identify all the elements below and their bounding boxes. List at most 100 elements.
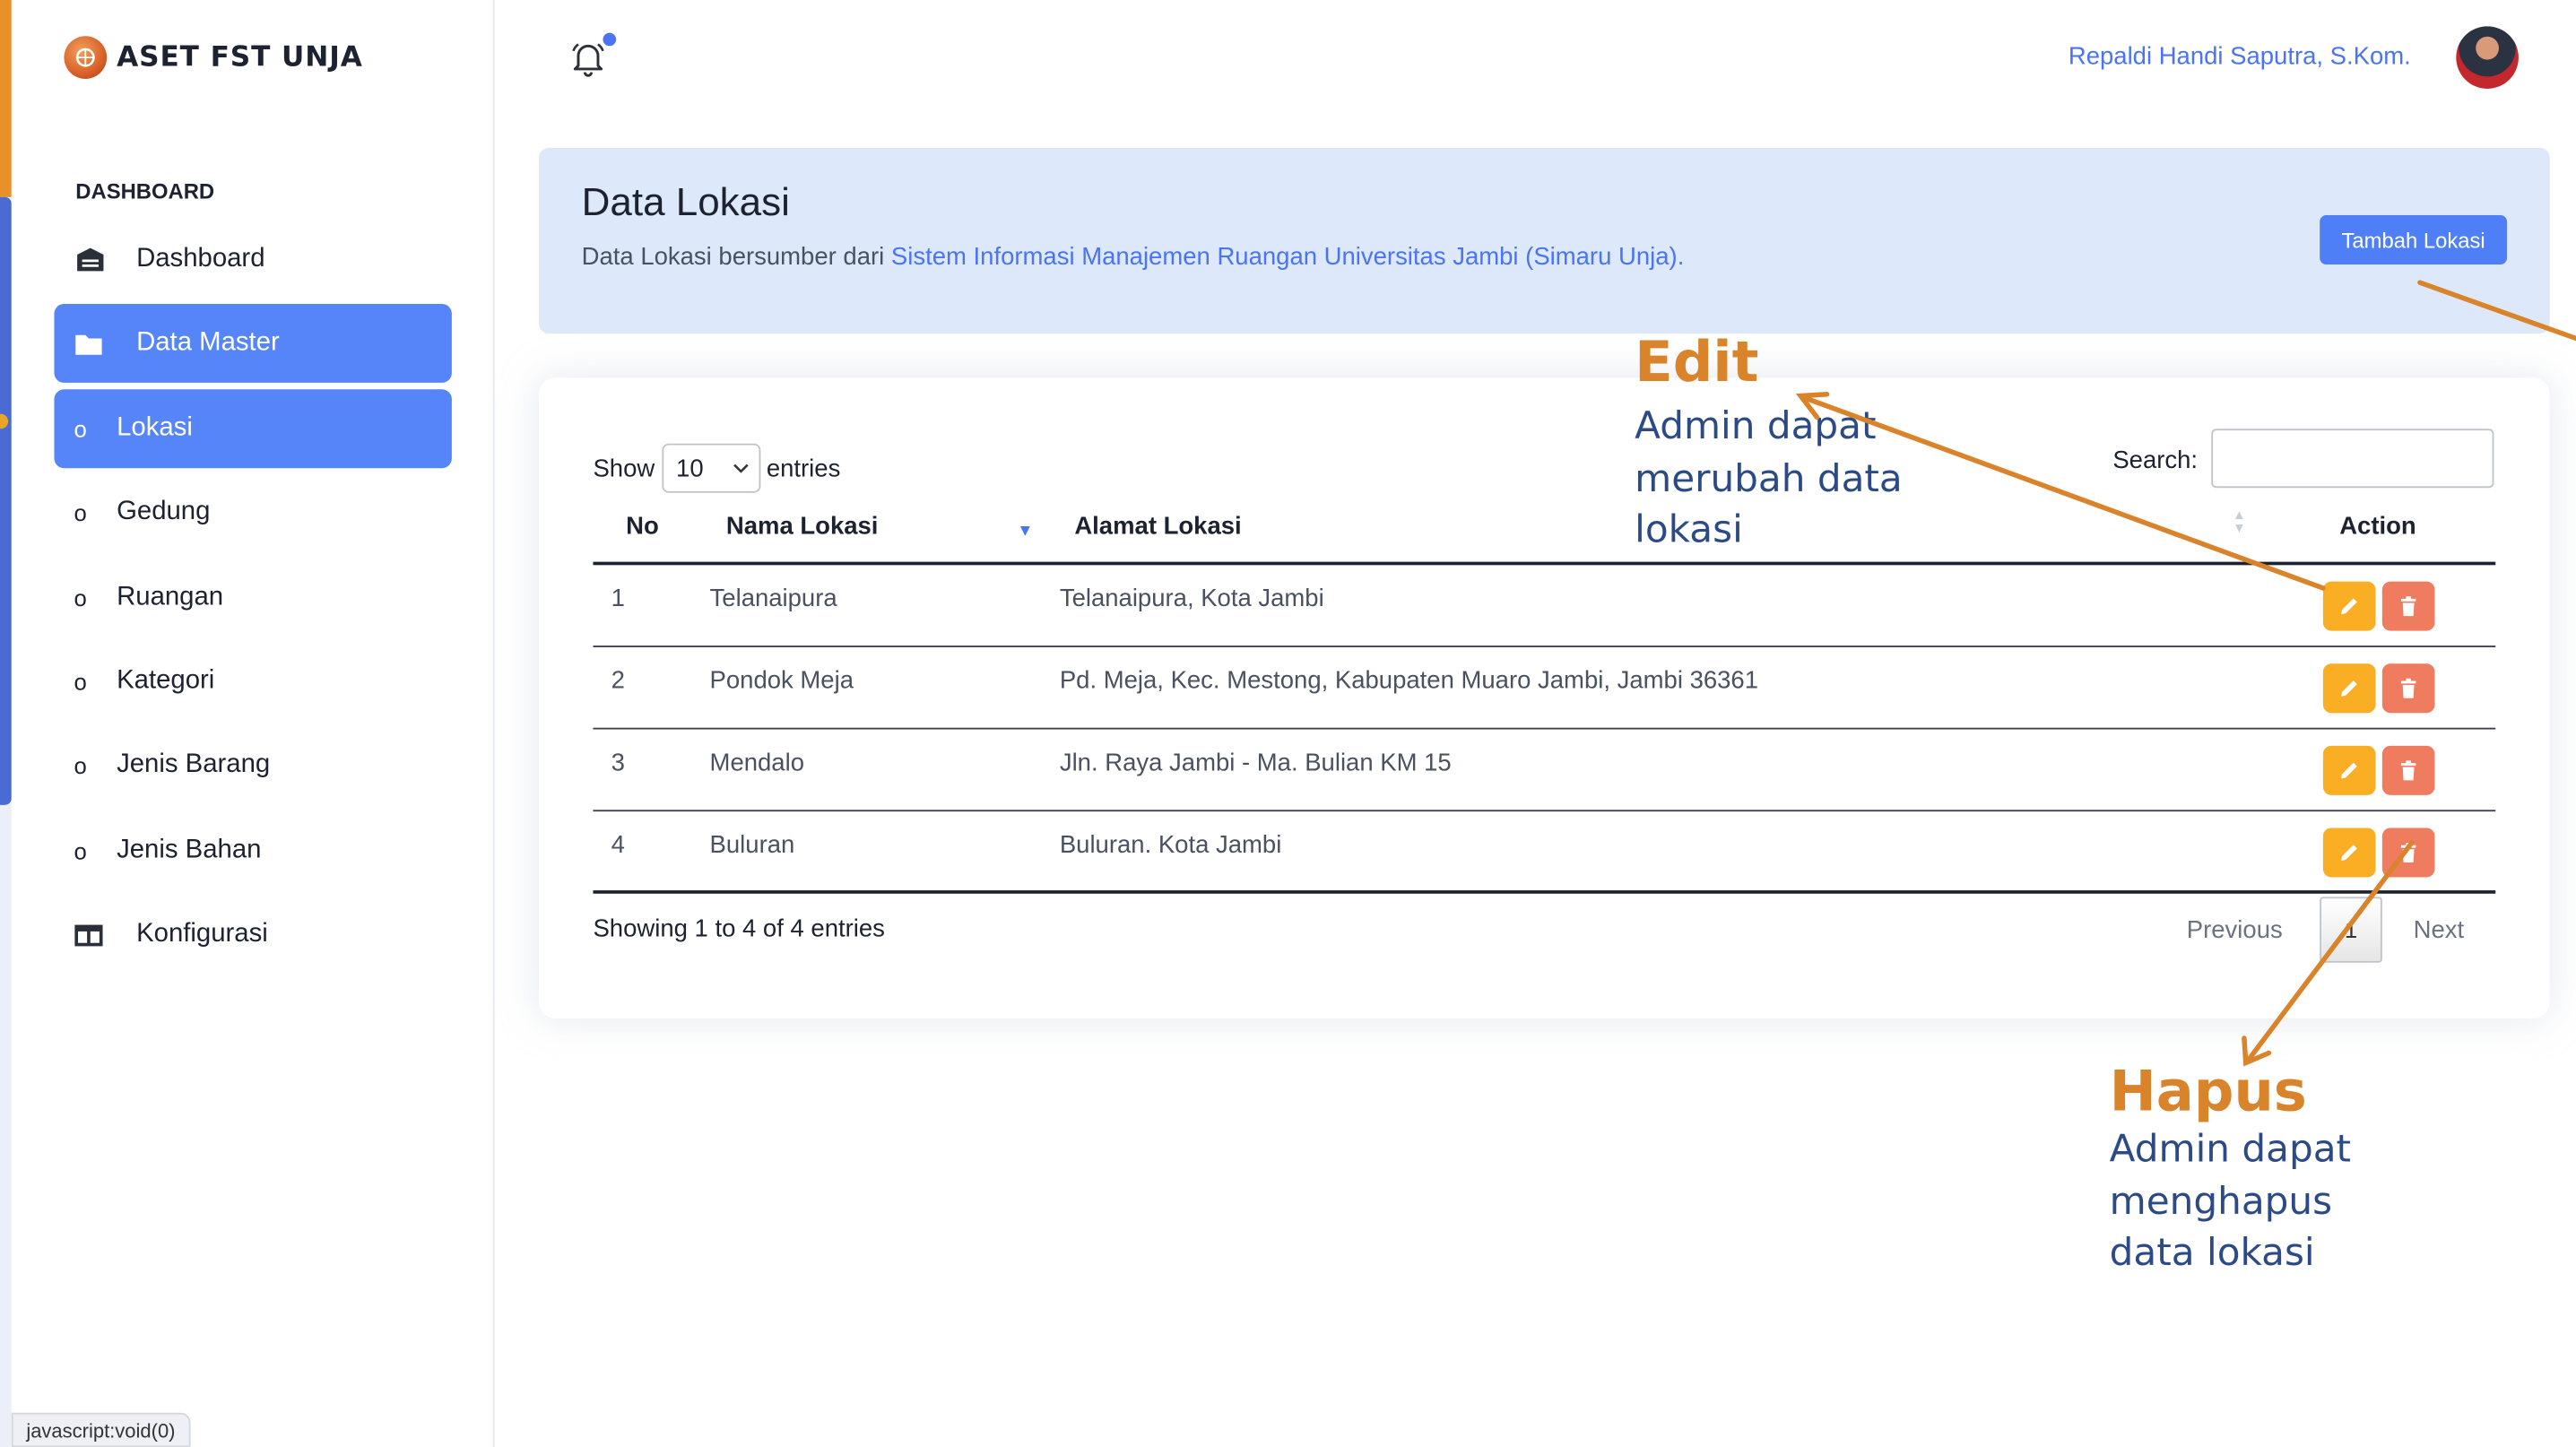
entries-length-control: Show 10 entries: [593, 443, 841, 493]
search-input[interactable]: [2211, 429, 2494, 489]
annotation-hapus-text: Admin dapat menghapus data lokasi: [2110, 1125, 2351, 1280]
show-label: Show: [593, 454, 655, 482]
sidebar-item-gedung[interactable]: o Gedung: [54, 473, 451, 552]
bullet-icon: o: [74, 499, 87, 526]
trash-icon: [2400, 596, 2416, 617]
entries-label: entries: [766, 454, 841, 482]
column-header-alamat-lokasi[interactable]: Alamat Lokasi: [1074, 513, 1241, 541]
cell-nama-lokasi: Pondok Meja: [709, 666, 854, 696]
cell-nama-lokasi: Telanaipura: [709, 585, 837, 613]
bullet-icon: o: [74, 752, 87, 780]
add-location-button[interactable]: Tambah Lokasi: [2320, 215, 2508, 265]
page-header: Data Lokasi Data Lokasi bersumber dari S…: [538, 147, 2550, 334]
edit-button[interactable]: [2322, 745, 2376, 795]
annotation-line: Admin dapat: [1635, 405, 1877, 449]
pencil-icon: [2341, 680, 2357, 697]
sidebar-item-dashboard[interactable]: Dashboard: [54, 221, 451, 299]
chevron-down-icon: [733, 463, 748, 472]
trash-icon: [2400, 678, 2416, 698]
sidebar: ASET FST UNJA DASHBOARD Dashboard Data M…: [11, 0, 495, 1447]
brand-logo-icon: [64, 36, 108, 79]
trash-icon: [2400, 760, 2416, 781]
cell-alamat-lokasi: Telanaipura, Kota Jambi: [1059, 585, 1324, 613]
cell-no: 3: [611, 749, 625, 777]
table-row: 1 Telanaipura Telanaipura, Kota Jambi: [593, 565, 2496, 647]
column-header-nama-lokasi[interactable]: Nama Lokasi: [726, 513, 879, 541]
sidebar-item-kategori[interactable]: o Kategori: [54, 642, 451, 721]
sidebar-item-jenis-bahan[interactable]: o Jenis Bahan: [54, 811, 451, 890]
pagination-next[interactable]: Next: [2414, 916, 2465, 944]
sidebar-item-label: Jenis Barang: [117, 750, 271, 780]
cell-nama-lokasi: Mendalo: [709, 749, 804, 777]
browser-status-bar: javascript:void(0): [11, 1412, 191, 1447]
cell-no: 2: [611, 666, 625, 696]
page-description: Data Lokasi bersumber dari Sistem Inform…: [582, 243, 1685, 271]
brand[interactable]: ASET FST UNJA: [64, 36, 362, 79]
column-header-no[interactable]: No: [626, 513, 659, 541]
table-row: 4 Buluran Buluran. Kota Jambi: [593, 811, 2496, 894]
dashboard-icon: [74, 247, 109, 273]
page-description-text: Data Lokasi bersumber dari: [581, 243, 891, 272]
bell-icon[interactable]: [568, 38, 608, 77]
edit-button[interactable]: [2322, 827, 2376, 878]
delete-button[interactable]: [2381, 663, 2435, 714]
cell-alamat-lokasi: Jln. Raya Jambi - Ma. Bulian KM 15: [1059, 749, 1452, 777]
column-header-action: Action: [2339, 512, 2416, 541]
edit-button[interactable]: [2322, 663, 2376, 714]
brand-name: ASET FST UNJA: [117, 40, 363, 74]
sidebar-item-jenis-barang[interactable]: o Jenis Barang: [54, 727, 451, 806]
pencil-icon: [2341, 762, 2357, 779]
cell-alamat-lokasi: Buluran. Kota Jambi: [1059, 831, 1282, 860]
sort-desc-icon: ▼: [1017, 522, 1034, 541]
delete-button[interactable]: [2381, 581, 2435, 631]
table-info: Showing 1 to 4 of 4 entries: [593, 914, 885, 943]
edit-button[interactable]: [2322, 581, 2376, 631]
sidebar-item-data-master[interactable]: Data Master: [54, 304, 452, 384]
annotation-line: lokasi: [1635, 509, 1743, 552]
sidebar-item-lokasi[interactable]: o Lokasi: [54, 388, 452, 468]
page-title: Data Lokasi: [581, 180, 790, 226]
annotation-edit-title: Edit: [1635, 330, 1759, 396]
annotation-line: Admin dapat: [2109, 1128, 2352, 1172]
pagination-page[interactable]: 1: [2320, 897, 2382, 963]
pencil-icon: [2341, 598, 2357, 615]
pagination-previous[interactable]: Previous: [2187, 916, 2283, 944]
entries-select[interactable]: 10: [661, 443, 760, 493]
sidebar-item-konfigurasi[interactable]: Konfigurasi: [54, 896, 451, 975]
user-name[interactable]: Repaldi Handi Saputra, S.Kom.: [2069, 43, 2411, 71]
annotation-edit-text: Admin dapat merubah data lokasi: [1635, 403, 1903, 558]
delete-button[interactable]: [2381, 827, 2435, 878]
sidebar-section-title: DASHBOARD: [75, 178, 215, 204]
avatar[interactable]: [2456, 26, 2519, 89]
simaru-link[interactable]: Sistem Informasi Manajemen Ruangan Unive…: [891, 243, 1684, 271]
left-edge-accent-blue: [0, 196, 12, 805]
sidebar-item-label: Gedung: [117, 498, 211, 526]
cell-no: 4: [611, 831, 625, 860]
annotation-line: merubah data: [1635, 457, 1903, 500]
delete-button[interactable]: [2381, 745, 2435, 795]
table-row: 3 Mendalo Jln. Raya Jambi - Ma. Bulian K…: [593, 730, 2496, 812]
sidebar-nav: Dashboard Data Master o Lokasi o Gedung …: [54, 221, 452, 980]
columns-icon: [74, 923, 109, 947]
cell-no: 1: [611, 585, 625, 613]
table-row: 2 Pondok Meja Pd. Meja, Kec. Mestong, Ka…: [593, 647, 2496, 730]
sidebar-item-label: Jenis Bahan: [117, 836, 262, 864]
entries-select-value: 10: [676, 454, 704, 482]
sidebar-item-ruangan[interactable]: o Ruangan: [54, 558, 451, 637]
folder-icon: [74, 332, 109, 356]
pencil-icon: [2341, 845, 2357, 862]
sidebar-item-label: Dashboard: [136, 245, 265, 273]
sidebar-item-label: Data Master: [136, 329, 280, 358]
trash-icon: [2400, 842, 2416, 862]
sort-icon: ▲ ▼: [2233, 507, 2246, 536]
sidebar-item-label: Lokasi: [117, 413, 193, 442]
sidebar-item-label: Konfigurasi: [136, 920, 268, 949]
search-label: Search:: [2112, 446, 2199, 475]
left-edge-accent-orange: [0, 0, 12, 197]
annotation-line: menghapus: [2109, 1180, 2333, 1224]
cell-nama-lokasi: Buluran: [709, 831, 795, 860]
cell-alamat-lokasi: Pd. Meja, Kec. Mestong, Kabupaten Muaro …: [1059, 666, 1759, 696]
bullet-icon: o: [74, 836, 87, 864]
sidebar-item-label: Kategori: [117, 666, 215, 695]
table-header: No Nama Lokasi ▼ Alamat Lokasi ▲ ▼ Action: [593, 506, 2496, 566]
